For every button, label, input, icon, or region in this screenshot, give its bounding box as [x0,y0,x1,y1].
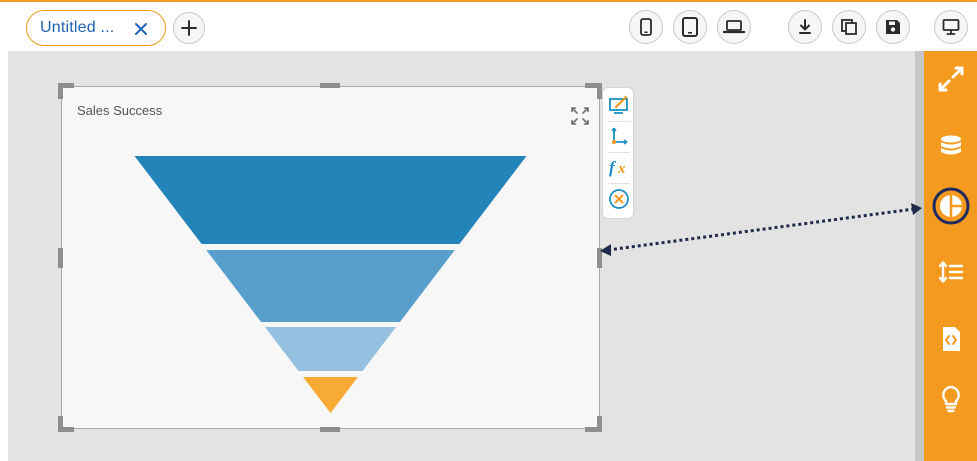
save-icon [885,19,901,35]
sidebar-item-data[interactable] [924,129,977,169]
canvas-left-margin [0,51,8,461]
axis-icon[interactable] [607,124,631,148]
pie-chart-icon [931,186,971,231]
lightbulb-icon [940,385,962,418]
top-toolbar: Untitled ... [0,0,977,52]
funnel-chart [134,156,527,413]
desktop-preview-button[interactable] [934,10,968,44]
resize-handle-top-left-v[interactable] [58,83,63,99]
sidebar-item-charts[interactable] [924,186,977,231]
expand-icon[interactable] [570,106,590,126]
funnel-stage-3[interactable] [264,327,397,371]
database-icon [939,134,963,165]
sidebar-item-fullscreen[interactable] [924,61,977,101]
code-icon [940,326,962,357]
tablet-view-button[interactable] [673,10,707,44]
sidebar-item-insights[interactable] [924,381,977,421]
plus-icon [180,19,198,37]
download-button[interactable] [788,10,822,44]
close-icon[interactable] [131,18,151,38]
laptop-view-button[interactable] [717,10,751,44]
copy-icon [840,18,858,36]
mobile-icon [639,18,653,36]
funnel-stage-1[interactable] [134,156,527,244]
dashboard-tab-label: Untitled ... [40,19,115,36]
resize-handle-bottom-right-v[interactable] [597,416,602,432]
resize-handle-bottom[interactable] [320,427,340,432]
download-icon [797,18,813,36]
desktop-preview-icon [942,18,960,36]
formula-icon[interactable]: fx [607,155,631,179]
tool-divider [608,183,630,184]
save-button[interactable] [876,10,910,44]
sidebar-item-properties[interactable] [924,254,977,294]
resize-handle-bottom-left-v[interactable] [58,416,63,432]
right-sidebar [924,51,977,461]
tool-divider [608,152,630,153]
tool-divider [608,121,630,122]
funnel-stage-2[interactable] [206,250,455,322]
chart-properties-icon[interactable] [607,93,631,117]
dashboard-tab[interactable]: Untitled ... [26,10,166,46]
laptop-icon [723,19,745,35]
sort-lines-icon [938,260,964,289]
sidebar-item-script[interactable] [924,321,977,361]
funnel-stage-4[interactable] [303,377,358,413]
tablet-icon [681,17,699,37]
mobile-view-button[interactable] [629,10,663,44]
add-tab-button[interactable] [173,12,205,44]
copy-button[interactable] [832,10,866,44]
dashboard-designer: Untitled ... Sales Success f x [0,0,977,461]
resize-handle-left[interactable] [58,248,63,268]
svg-text:f: f [609,158,617,177]
fullscreen-icon [937,65,965,98]
connector-arrow [600,203,922,256]
resize-handle-top[interactable] [320,83,340,88]
svg-text:x: x [617,161,626,177]
widget-title: Sales Success [77,103,163,118]
